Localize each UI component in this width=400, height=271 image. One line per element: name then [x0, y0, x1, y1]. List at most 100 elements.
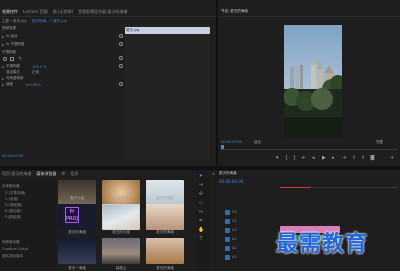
hand-tool-icon[interactable]: ✋: [198, 227, 204, 233]
track-a2[interactable]: A2: [225, 244, 281, 252]
add-marker-icon[interactable]: ▾: [276, 155, 279, 161]
tree-item-local-drives[interactable]: 本地驱动器: [2, 184, 20, 189]
track-a2-toggle[interactable]: [225, 245, 230, 251]
program-scrub-bar[interactable]: [221, 146, 397, 150]
expand-opacity-value-icon[interactable]: [2, 65, 4, 68]
lift-icon[interactable]: ⇧: [352, 155, 356, 161]
blend-mode-value[interactable]: 正常: [32, 70, 39, 75]
timeline-work-area[interactable]: [280, 187, 310, 188]
tree-item-network[interactable]: 网络驱动器: [2, 240, 20, 245]
go-to-out-icon[interactable]: ⇥: [342, 155, 346, 161]
expand-motion-icon[interactable]: [2, 35, 4, 38]
track-a3-label: A3: [232, 255, 237, 259]
program-monitor-title[interactable]: 节目: 夏天的海滩: [221, 9, 248, 14]
row-motion[interactable]: fx 运动: [2, 34, 17, 39]
track-v2[interactable]: V2: [225, 217, 281, 225]
effect-controls-timecode[interactable]: 00:00:00:00: [2, 154, 23, 158]
settings-plus-icon[interactable]: +: [390, 155, 394, 161]
go-to-in-icon[interactable]: ⇤: [302, 155, 306, 161]
timeline-title[interactable]: 夏天的海滩: [219, 171, 237, 176]
track-v1[interactable]: V1: [225, 226, 281, 234]
tab-effect-controls[interactable]: 效果控件: [2, 9, 18, 15]
thumb-item-7[interactable]: [58, 238, 96, 264]
thumb-item-2[interactable]: [102, 180, 140, 206]
reset-motion-icon[interactable]: [119, 34, 123, 38]
thumb-item-3-label: 夏天的海滩: [156, 196, 174, 200]
expand-speed-icon[interactable]: [2, 83, 4, 86]
play-icon[interactable]: ▶: [322, 155, 326, 161]
expand-time-remap-icon[interactable]: [2, 77, 4, 80]
thumb-prproj[interactable]: Pr PROJ: [58, 204, 96, 230]
track-v3[interactable]: V3: [225, 208, 281, 216]
tab-source[interactable]: 源:(无剪辑): [53, 9, 73, 15]
clip-chip[interactable]: 夏天.jpg: [125, 27, 210, 34]
tab-libraries[interactable]: 库: [61, 171, 65, 177]
thumb-item-6[interactable]: [146, 204, 184, 230]
timeline-close-icon[interactable]: ×: [212, 171, 215, 176]
row-opacity-fx[interactable]: fx 不透明度: [2, 42, 24, 47]
track-v2-toggle[interactable]: [225, 218, 230, 224]
reset-mask-icon[interactable]: [119, 56, 123, 60]
pen-tool-icon[interactable]: ✒: [198, 218, 204, 224]
razor-tool-icon[interactable]: ◇: [198, 200, 204, 206]
ripple-edit-icon[interactable]: ✣: [198, 191, 204, 197]
quality-dropdown[interactable]: 完整: [376, 140, 383, 145]
track-select-icon[interactable]: ⇥: [198, 182, 204, 188]
track-a3-toggle[interactable]: [225, 254, 230, 260]
tree-item-f[interactable]: F:(新加卷): [5, 215, 21, 220]
effect-mini-timeline[interactable]: [125, 25, 210, 160]
sequence-clip-label[interactable]: 夏天的海... * 夏天.jpg: [32, 19, 67, 24]
row-video-effects: 视频效果: [2, 26, 16, 31]
type-tool-icon[interactable]: T: [198, 236, 204, 242]
reset-opacity-icon[interactable]: [119, 42, 123, 46]
track-v3-toggle[interactable]: [225, 209, 230, 215]
tree-item-e[interactable]: E:(新加卷): [5, 209, 22, 214]
tab-project[interactable]: 项目:夏天的海滩: [2, 171, 31, 177]
slip-tool-icon[interactable]: ↔: [198, 209, 204, 215]
row-motion-label: fx 运动: [6, 34, 18, 38]
step-back-icon[interactable]: ◂: [312, 155, 315, 161]
mask-rect-icon[interactable]: [10, 57, 14, 61]
timeline-timecode[interactable]: 00:00:00:00: [219, 179, 243, 184]
thumb-item-1[interactable]: [58, 180, 96, 206]
effect-controls-panel: 效果控件 Lumetri 范围 源:(无剪辑) 音频剪辑混合器:夏天的海滩 主要…: [0, 0, 216, 162]
tab-lumetri-scopes[interactable]: Lumetri 范围: [23, 9, 48, 15]
tab-audio-mixer[interactable]: 音频剪辑混合器:夏天的海滩: [78, 9, 127, 15]
selection-tool-icon[interactable]: ➤: [198, 173, 204, 179]
thumb-item-5[interactable]: [102, 204, 140, 230]
opacity-value[interactable]: 100.0 %: [32, 65, 46, 69]
mark-in-icon[interactable]: {: [285, 155, 288, 161]
reset-speed-icon[interactable]: [119, 82, 123, 86]
thumb-item-3[interactable]: [146, 180, 184, 206]
speed-value[interactable]: 100.00%: [25, 83, 41, 87]
program-timecode[interactable]: 00:00:00:00: [221, 140, 242, 144]
tree-item-c[interactable]: C:(系统): [5, 197, 18, 202]
program-video-frame[interactable]: [284, 25, 342, 138]
track-a1-toggle[interactable]: [225, 236, 230, 242]
mask-pen-icon[interactable]: ✎: [18, 56, 22, 62]
track-a1[interactable]: A1: [225, 235, 281, 243]
tree-item-team-projects[interactable]: 团队项目版本: [2, 254, 23, 259]
thumb-item-9[interactable]: [146, 238, 184, 264]
tab-info[interactable]: 信息: [70, 171, 78, 177]
program-playhead[interactable]: [221, 145, 224, 149]
tree-item-shared[interactable]: Z:(共享存储): [5, 191, 25, 196]
row-blend-mode-label: 混合模式: [6, 70, 20, 74]
master-clip-label[interactable]: 主要 * 夏天.jpg: [2, 19, 27, 24]
tree-item-creative-cloud[interactable]: Creative Cloud: [2, 247, 28, 251]
row-time-remap[interactable]: 时间重映射: [2, 76, 24, 81]
reset-opacity-value-icon[interactable]: [119, 64, 123, 68]
step-forward-icon[interactable]: ▸: [332, 155, 335, 161]
track-a3[interactable]: A3: [225, 253, 281, 261]
extract-icon[interactable]: ⇪: [361, 155, 365, 161]
thumb-item-8[interactable]: [102, 238, 140, 264]
tab-media-browser[interactable]: 媒体浏览器: [36, 171, 56, 177]
tree-item-d[interactable]: D:(新加卷): [5, 203, 22, 208]
prproj-icon: Pr PROJ: [65, 207, 79, 223]
mark-out-icon[interactable]: }: [293, 155, 296, 161]
mask-circle-icon[interactable]: [3, 57, 7, 61]
track-v1-toggle[interactable]: [225, 227, 230, 233]
export-frame-icon[interactable]: ◙: [370, 155, 375, 161]
fit-dropdown[interactable]: 适合: [254, 140, 261, 145]
expand-opacity-icon[interactable]: [2, 43, 4, 46]
